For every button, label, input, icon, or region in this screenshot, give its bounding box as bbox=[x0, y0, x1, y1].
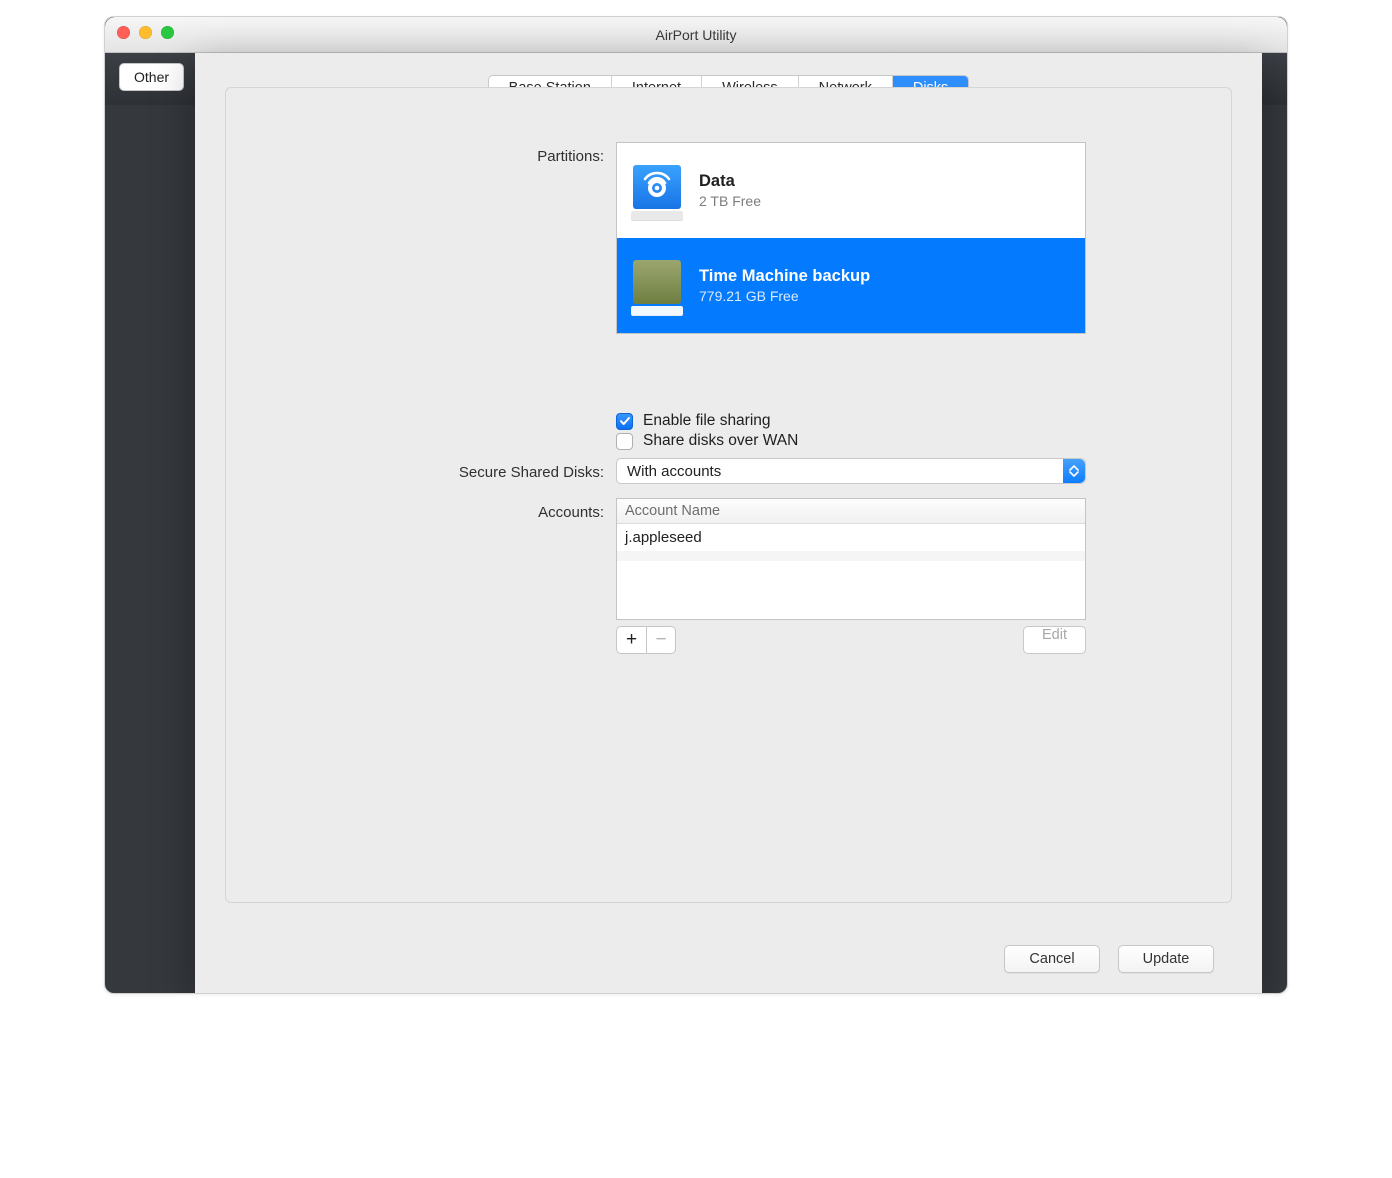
minus-icon: − bbox=[655, 629, 666, 651]
minimize-icon[interactable] bbox=[139, 26, 152, 39]
checkbox-label: Enable file sharing bbox=[643, 412, 771, 430]
other-button-label: Other bbox=[134, 69, 169, 85]
edit-button-label: Edit bbox=[1042, 627, 1067, 643]
update-button-label: Update bbox=[1143, 951, 1190, 967]
traffic-lights bbox=[117, 26, 174, 39]
update-button[interactable]: Update bbox=[1118, 945, 1214, 973]
add-account-button[interactable]: + bbox=[616, 626, 646, 654]
account-row-empty bbox=[617, 551, 1085, 561]
partition-free: 2 TB Free bbox=[699, 193, 761, 209]
disk-icon bbox=[629, 254, 685, 318]
account-row-empty bbox=[617, 561, 1085, 571]
partition-item-timemachine[interactable]: Time Machine backup 779.21 GB Free bbox=[617, 238, 1085, 333]
airport-disk-icon bbox=[629, 159, 685, 223]
close-icon[interactable] bbox=[117, 26, 130, 39]
enable-file-sharing-checkbox[interactable]: Enable file sharing bbox=[616, 412, 1181, 430]
select-stepper-icon bbox=[1063, 459, 1085, 483]
partition-name: Time Machine backup bbox=[699, 267, 870, 286]
settings-sheet: Base Station Internet Wireless Network D… bbox=[195, 53, 1262, 993]
share-over-wan-checkbox[interactable]: Share disks over WAN bbox=[616, 432, 1181, 450]
accounts-table: Account Name j.appleseed bbox=[616, 498, 1086, 620]
partitions-list: Data 2 TB Free Time Machine bbox=[616, 142, 1086, 334]
partition-name: Data bbox=[699, 172, 761, 191]
partition-free: 779.21 GB Free bbox=[699, 288, 870, 304]
sheet-footer: Cancel Update bbox=[1004, 945, 1214, 973]
titlebar: AirPort Utility bbox=[105, 17, 1287, 53]
window-title: AirPort Utility bbox=[656, 27, 737, 43]
secure-shared-disks-select[interactable]: With accounts bbox=[616, 458, 1086, 484]
disks-panel: Partitions: Da bbox=[225, 87, 1232, 903]
partitions-label: Partitions: bbox=[236, 142, 616, 165]
checkbox-unchecked-icon bbox=[616, 433, 633, 450]
cancel-button-label: Cancel bbox=[1029, 951, 1074, 967]
secure-shared-disks-label: Secure Shared Disks: bbox=[236, 458, 616, 481]
plus-icon: + bbox=[626, 629, 637, 651]
accounts-header: Account Name bbox=[617, 499, 1085, 524]
remove-account-button[interactable]: − bbox=[646, 626, 676, 654]
checkbox-label: Share disks over WAN bbox=[643, 432, 798, 450]
checkbox-checked-icon bbox=[616, 413, 633, 430]
partition-item-data[interactable]: Data 2 TB Free bbox=[617, 143, 1085, 238]
accounts-label: Accounts: bbox=[236, 498, 616, 521]
cancel-button[interactable]: Cancel bbox=[1004, 945, 1100, 973]
zoom-icon[interactable] bbox=[161, 26, 174, 39]
other-button[interactable]: Other bbox=[119, 63, 184, 91]
edit-account-button[interactable]: Edit bbox=[1023, 626, 1086, 654]
account-row[interactable]: j.appleseed bbox=[617, 524, 1085, 551]
window-frame: AirPort Utility Other Base Station Inter… bbox=[104, 16, 1288, 994]
accounts-controls: + − Edit bbox=[616, 626, 1086, 654]
select-value: With accounts bbox=[627, 463, 721, 480]
